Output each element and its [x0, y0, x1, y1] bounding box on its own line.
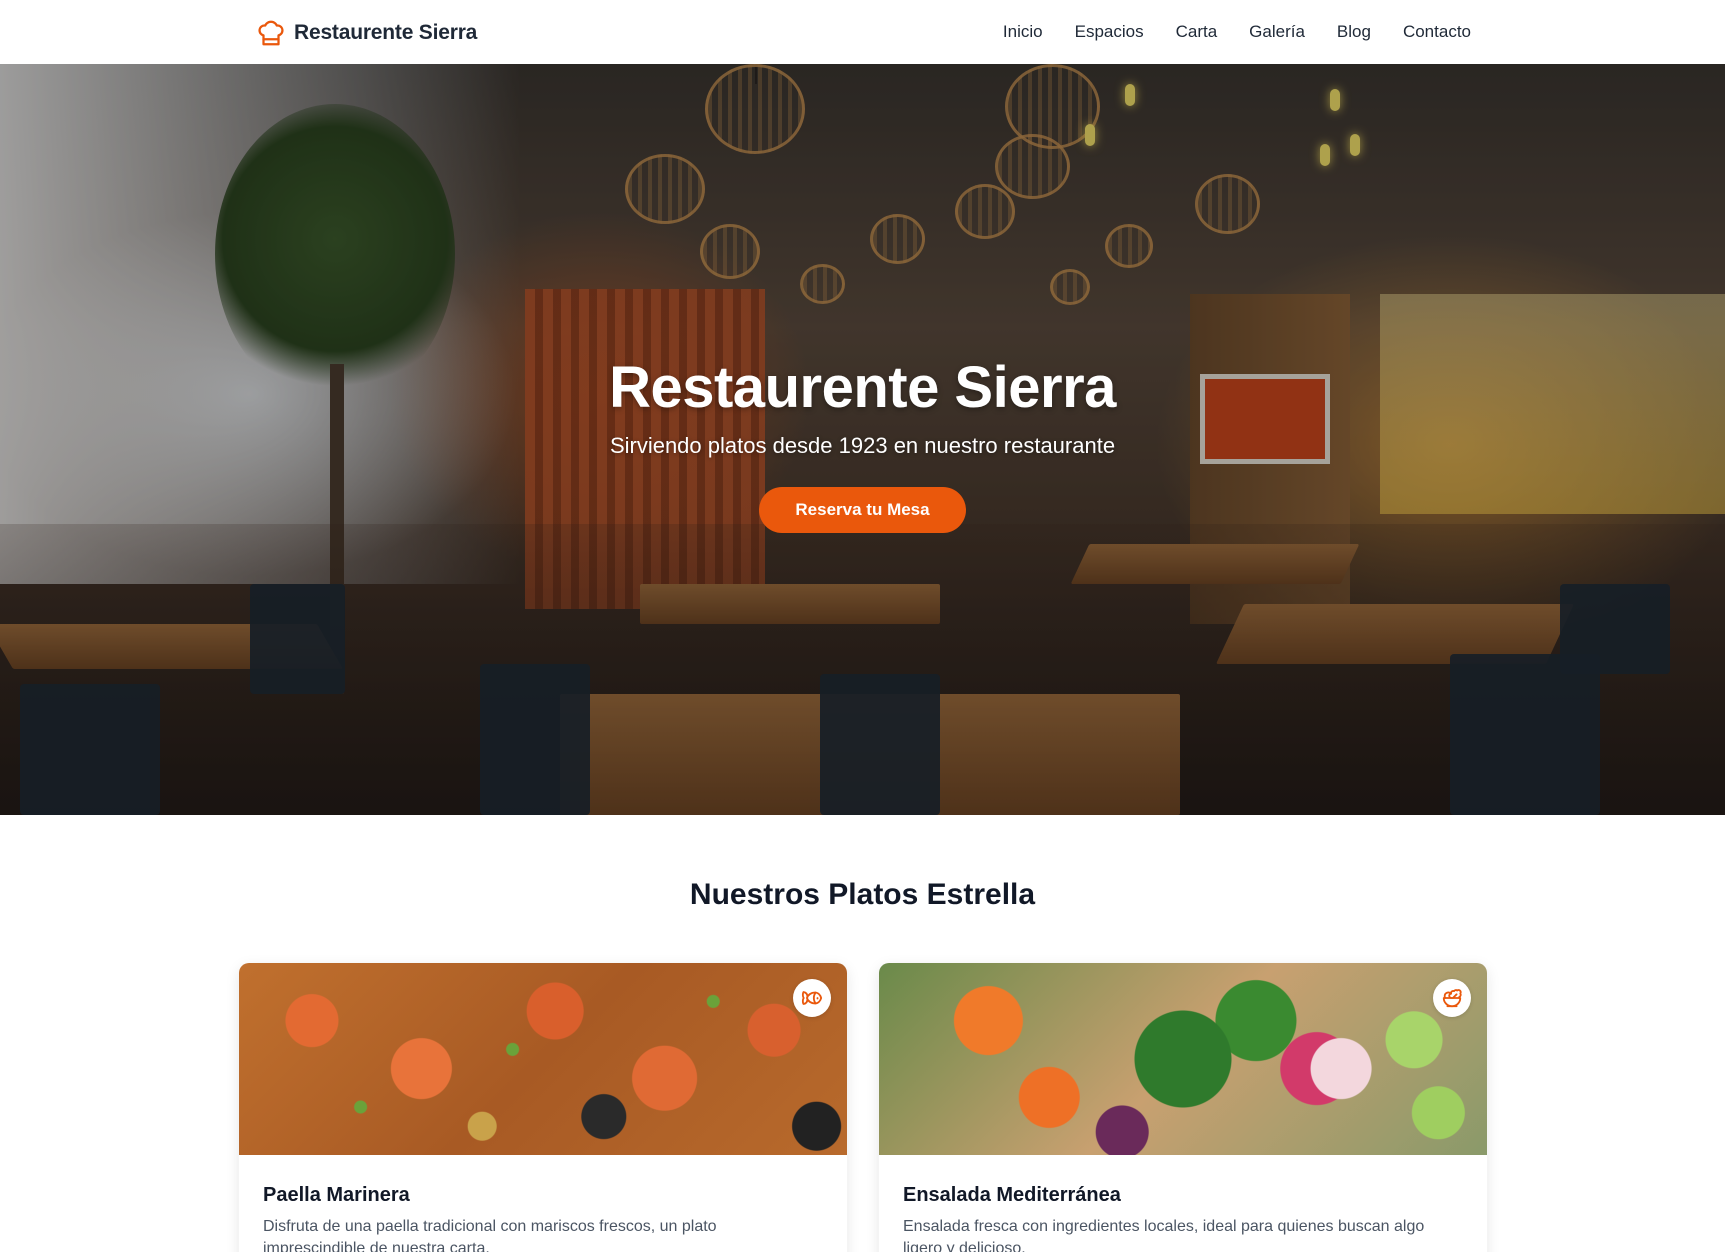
nav-link-carta[interactable]: Carta — [1176, 22, 1218, 42]
nav-link-espacios[interactable]: Espacios — [1075, 22, 1144, 42]
reserve-table-button[interactable]: Reserva tu Mesa — [759, 487, 966, 533]
dish-title: Ensalada Mediterránea — [903, 1184, 1121, 1206]
salad-icon — [1442, 989, 1462, 1008]
card-badge — [1433, 979, 1471, 1017]
chef-hat-icon — [258, 20, 284, 46]
salad-image — [879, 963, 1487, 1155]
dish-card-ensalada[interactable]: Ensalada Mediterránea Ensalada fresca co… — [879, 963, 1487, 1252]
top-navbar: Restaurente Sierra Inicio Espacios Carta… — [0, 0, 1725, 64]
nav-link-contacto[interactable]: Contacto — [1403, 22, 1471, 42]
nav-link-inicio[interactable]: Inicio — [1003, 22, 1043, 42]
nav-link-galeria[interactable]: Galería — [1249, 22, 1305, 42]
brand-logo-link[interactable]: Restaurente Sierra — [256, 18, 477, 48]
hero-title: Restaurente Sierra — [609, 355, 1116, 420]
main-nav: Inicio Espacios Carta Galería Blog Conta… — [1003, 0, 1471, 64]
paella-image — [239, 963, 847, 1155]
fish-icon — [801, 991, 823, 1005]
card-badge — [793, 979, 831, 1017]
dish-card-paella[interactable]: Paella Marinera Disfruta de una paella t… — [239, 963, 847, 1252]
nav-link-blog[interactable]: Blog — [1337, 22, 1371, 42]
dish-description: Disfruta de una paella tradicional con m… — [263, 1218, 717, 1252]
dish-description: Ensalada fresca con ingredientes locales… — [903, 1218, 1425, 1252]
dish-title: Paella Marinera — [263, 1184, 410, 1206]
hero-subtitle: Sirviendo platos desde 1923 en nuestro r… — [609, 433, 1116, 458]
brand-name: Restaurente Sierra — [294, 21, 478, 44]
featured-dishes-heading: Nuestros Platos Estrella — [689, 878, 1036, 911]
hero-section: Restaurente Sierra Sirviendo platos desd… — [0, 64, 1725, 815]
